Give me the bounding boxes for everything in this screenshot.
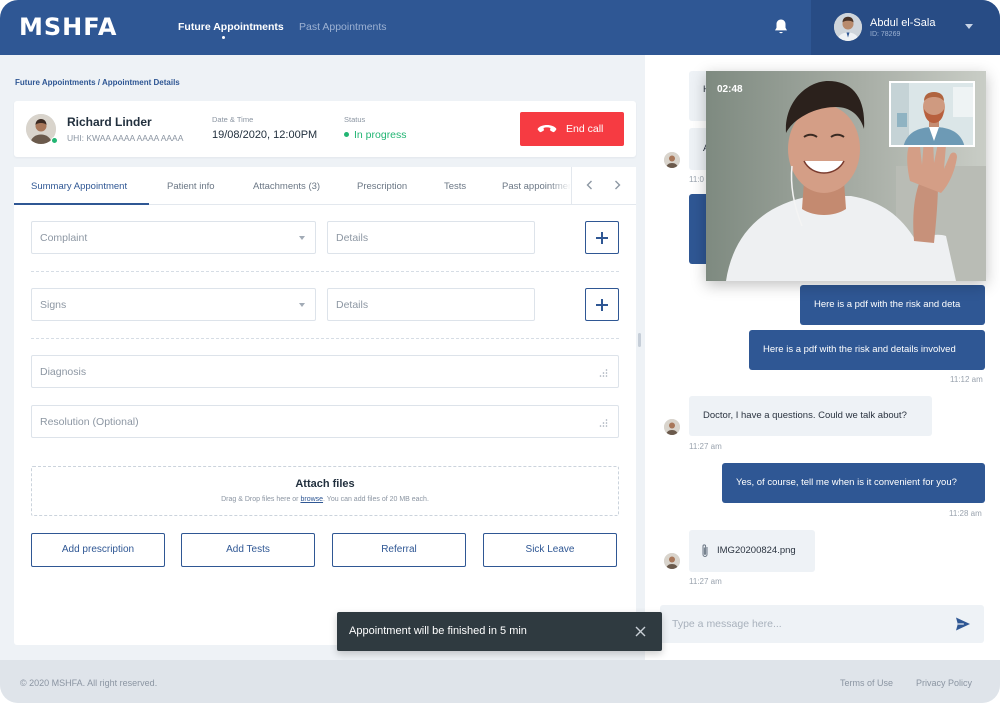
- app-logo[interactable]: MSHFA: [19, 13, 117, 41]
- referral-button[interactable]: Referral: [332, 533, 466, 567]
- breadcrumb[interactable]: Future Appointments / Appointment Detail…: [15, 78, 180, 87]
- resolution-textarea[interactable]: Resolution (Optional): [31, 405, 619, 438]
- message-timestamp: 11:27 am: [689, 577, 722, 586]
- message-input[interactable]: [672, 616, 942, 632]
- status-label: Status: [344, 115, 366, 124]
- tab-tests[interactable]: Tests: [444, 181, 466, 192]
- file-name: IMG20200824.png: [717, 545, 796, 556]
- close-icon[interactable]: [635, 626, 646, 637]
- sender-avatar: [664, 553, 680, 569]
- self-view-video[interactable]: [889, 81, 975, 147]
- attach-title: Attach files: [295, 478, 355, 490]
- file-dropzone[interactable]: Attach files Drag & Drop files here or b…: [31, 466, 619, 516]
- chevron-down-icon[interactable]: [965, 24, 973, 29]
- user-id: ID: 78269: [870, 31, 901, 38]
- chat-file-attachment[interactable]: IMG20200824.png: [689, 530, 815, 572]
- resize-grip-icon[interactable]: [598, 368, 608, 378]
- chevron-left-icon[interactable]: [584, 179, 596, 191]
- appointment-tabs-card: Summary Appointment Patient info Attachm…: [14, 167, 636, 645]
- complaint-select[interactable]: Complaint: [31, 221, 316, 254]
- call-timer: 02:48: [717, 84, 743, 95]
- tab-summary-appointment[interactable]: Summary Appointment: [31, 181, 127, 192]
- patient-name: Richard Linder: [67, 115, 152, 129]
- patient-uhi: UHI: KWAA AAAA AAAA AAAA: [67, 133, 184, 143]
- chat-message-outgoing: Here is a pdf with the risk and deta: [800, 285, 985, 325]
- end-call-label: End call: [566, 123, 604, 135]
- status-badge: In progress: [344, 129, 407, 141]
- complaint-placeholder: Complaint: [40, 232, 88, 244]
- copyright-text: © 2020 MSHFA. All right reserved.: [20, 678, 158, 688]
- section-divider: [31, 271, 619, 272]
- chat-message-incoming: Doctor, I have a questions. Could we tal…: [689, 396, 932, 436]
- chevron-right-icon[interactable]: [611, 179, 623, 191]
- status-value: In progress: [354, 129, 407, 141]
- chevron-down-icon: [299, 236, 305, 240]
- bell-icon[interactable]: [773, 18, 789, 36]
- patient-card: Richard Linder UHI: KWAA AAAA AAAA AAAA …: [14, 101, 636, 157]
- nav-active-indicator: [222, 36, 225, 39]
- user-menu[interactable]: Abdul el-Sala ID: 78269: [811, 0, 1000, 55]
- message-timestamp: 11:0: [689, 175, 704, 184]
- top-navbar: MSHFA Future Appointments Past Appointme…: [0, 0, 1000, 55]
- nav-future-appointments[interactable]: Future Appointments: [178, 21, 284, 33]
- terms-link[interactable]: Terms of Use: [840, 678, 893, 688]
- add-signs-button[interactable]: [585, 288, 619, 321]
- signs-placeholder: Signs: [40, 299, 67, 311]
- panel-resize-handle[interactable]: [638, 333, 641, 347]
- appointment-details-panel: Future Appointments / Appointment Detail…: [0, 55, 645, 660]
- app-frame: MSHFA Future Appointments Past Appointme…: [0, 0, 1000, 703]
- add-prescription-button[interactable]: Add prescription: [31, 533, 165, 567]
- end-call-button[interactable]: End call: [520, 112, 624, 146]
- snackbar-toast: Appointment will be finished in 5 min: [337, 612, 662, 651]
- doctor-video-feed: [891, 83, 973, 145]
- resize-grip-icon[interactable]: [598, 418, 608, 428]
- datetime-label: Date & Time: [212, 115, 254, 124]
- tab-scroll-controls: [571, 167, 636, 204]
- resolution-placeholder: Resolution (Optional): [40, 416, 139, 428]
- complaint-details-input[interactable]: Details: [327, 221, 535, 254]
- active-tab-underline: [14, 203, 149, 205]
- send-icon[interactable]: [954, 615, 972, 633]
- complaint-details-placeholder: Details: [336, 232, 369, 244]
- phone-hangup-icon: [537, 125, 557, 133]
- add-tests-button[interactable]: Add Tests: [181, 533, 315, 567]
- tab-prescription[interactable]: Prescription: [357, 181, 407, 192]
- sick-leave-button[interactable]: Sick Leave: [483, 533, 617, 567]
- user-name: Abdul el-Sala: [870, 17, 936, 29]
- toast-message: Appointment will be finished in 5 min: [349, 625, 527, 637]
- sender-avatar: [664, 419, 680, 435]
- diagnosis-textarea[interactable]: Diagnosis: [31, 355, 619, 388]
- footer: © 2020 MSHFA. All right reserved. Terms …: [0, 660, 1000, 703]
- tab-patient-info[interactable]: Patient info: [167, 181, 215, 192]
- message-timestamp: 11:12 am: [950, 375, 983, 384]
- tab-bar: Summary Appointment Patient info Attachm…: [14, 167, 636, 205]
- signs-details-input[interactable]: Details: [327, 288, 535, 321]
- add-complaint-button[interactable]: [585, 221, 619, 254]
- tabs-fade: [549, 167, 571, 204]
- user-avatar: [834, 13, 862, 41]
- status-dot: [344, 131, 349, 137]
- online-status-dot: [51, 137, 58, 144]
- nav-past-appointments[interactable]: Past Appointments: [299, 21, 387, 33]
- chat-message-outgoing: Yes, of course, tell me when is it conve…: [722, 463, 985, 503]
- tab-attachments[interactable]: Attachments (3): [253, 181, 320, 192]
- attach-hint: Drag & Drop files here or browse. You ca…: [221, 496, 429, 503]
- sender-avatar: [664, 152, 680, 168]
- message-timestamp: 11:27 am: [689, 442, 722, 451]
- chevron-down-icon: [299, 303, 305, 307]
- browse-link[interactable]: browse: [300, 496, 323, 503]
- video-call-window[interactable]: 02:48: [706, 71, 986, 281]
- diagnosis-placeholder: Diagnosis: [40, 366, 87, 378]
- signs-select[interactable]: Signs: [31, 288, 316, 321]
- message-timestamp: 11:28 am: [949, 509, 982, 518]
- signs-details-placeholder: Details: [336, 299, 369, 311]
- privacy-link[interactable]: Privacy Policy: [916, 678, 972, 688]
- paperclip-icon: [702, 544, 708, 557]
- chat-message-outgoing: Here is a pdf with the risk and details …: [749, 330, 985, 370]
- section-divider: [31, 338, 619, 339]
- message-composer: [660, 605, 984, 643]
- datetime-value: 19/08/2020, 12:00PM: [212, 129, 318, 141]
